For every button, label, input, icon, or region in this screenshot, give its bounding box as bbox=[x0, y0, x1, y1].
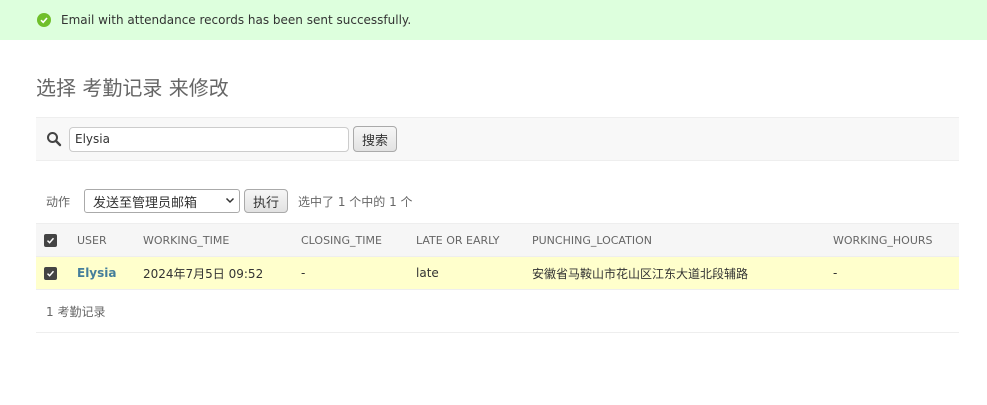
actions-bar: 动作 发送至管理员邮箱 执行 选中了 1 个中的 1 个 bbox=[36, 186, 959, 216]
go-button[interactable]: 执行 bbox=[244, 189, 289, 213]
column-header-user[interactable]: USER bbox=[69, 223, 135, 257]
action-label: 动作 bbox=[46, 194, 71, 209]
page-title: 选择 考勤记录 来修改 bbox=[36, 76, 229, 100]
action-counter: 选中了 1 个中的 1 个 bbox=[298, 194, 413, 209]
action-select[interactable]: 发送至管理员邮箱 bbox=[84, 189, 241, 213]
cell-closing-time: - bbox=[293, 256, 408, 290]
chevron-down-icon bbox=[225, 194, 235, 209]
cell-punching-location: 安徽省马鞍山市花山区江东大道北段辅路 bbox=[524, 256, 825, 290]
success-message: Email with attendance records has been s… bbox=[0, 0, 987, 40]
cell-late-or-early: late bbox=[408, 256, 524, 290]
search-input[interactable] bbox=[69, 126, 349, 152]
table-header-row: USER WORKING_TIME CLOSING_TIME LATE OR E… bbox=[36, 223, 959, 257]
search-icon bbox=[46, 131, 62, 147]
success-message-text: Email with attendance records has been s… bbox=[61, 13, 412, 27]
row-select-cell bbox=[36, 256, 69, 290]
column-header-late-or-early[interactable]: LATE OR EARLY bbox=[408, 223, 524, 257]
column-header-working-time[interactable]: WORKING_TIME bbox=[135, 223, 293, 257]
column-header-working-hours[interactable]: WORKING_HOURS bbox=[825, 223, 959, 257]
check-circle-icon bbox=[37, 13, 51, 27]
column-header-punching-location[interactable]: PUNCHING_LOCATION bbox=[524, 223, 825, 257]
user-link[interactable]: Elysia bbox=[77, 266, 117, 280]
paginator: 1 考勤记录 bbox=[36, 290, 959, 333]
cell-working-hours: - bbox=[825, 256, 959, 290]
table-row: Elysia 2024年7月5日 09:52 - late 安徽省马鞍山市花山区… bbox=[36, 256, 959, 290]
action-select-value: 发送至管理员邮箱 bbox=[93, 195, 198, 211]
select-all-checkbox[interactable] bbox=[44, 233, 57, 247]
column-header-closing-time[interactable]: CLOSING_TIME bbox=[293, 223, 408, 257]
row-checkbox[interactable] bbox=[44, 267, 57, 280]
search-toolbar: 搜索 bbox=[36, 117, 959, 161]
select-all-cell bbox=[36, 223, 69, 257]
cell-working-time: 2024年7月5日 09:52 bbox=[135, 256, 293, 290]
cell-user: Elysia bbox=[69, 256, 135, 290]
results-table: USER WORKING_TIME CLOSING_TIME LATE OR E… bbox=[36, 223, 959, 290]
search-button[interactable]: 搜索 bbox=[353, 126, 398, 152]
